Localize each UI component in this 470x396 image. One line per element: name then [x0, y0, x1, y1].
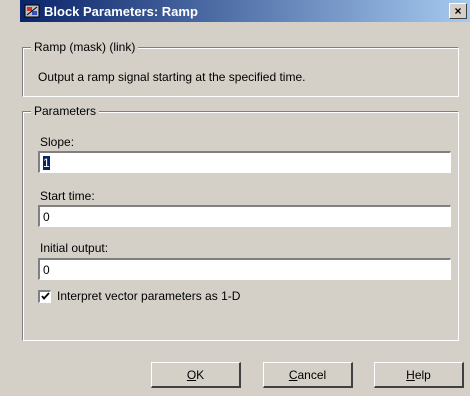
close-button[interactable]: × — [449, 3, 467, 19]
mask-group-legend: Ramp (mask) (link) — [31, 40, 139, 54]
cancel-label-rest: ancel — [297, 367, 327, 382]
slope-field[interactable]: 1 — [38, 151, 451, 173]
start-time-value: 0 — [43, 210, 50, 224]
help-button[interactable]: Help — [374, 362, 464, 388]
slope-value: 1 — [43, 156, 50, 170]
initial-output-label: Initial output: — [40, 241, 109, 255]
ok-label-rest: K — [196, 367, 205, 382]
vector-params-label: Interpret vector parameters as 1-D — [57, 289, 241, 303]
ok-button[interactable]: OK — [151, 362, 241, 388]
cancel-mnemonic: C — [288, 367, 298, 382]
block-parameters-dialog: Block Parameters: Ramp × Ramp (mask) (li… — [0, 0, 470, 396]
help-mnemonic: H — [406, 367, 415, 382]
window-title: Block Parameters: Ramp — [44, 3, 198, 19]
simulink-block-icon — [23, 2, 41, 20]
checkmark-icon — [40, 292, 50, 300]
ok-mnemonic: O — [186, 367, 197, 382]
parameters-group-legend: Parameters — [31, 104, 100, 118]
close-icon: × — [454, 4, 462, 18]
cancel-button[interactable]: Cancel — [263, 362, 353, 388]
mask-description-text: Output a ramp signal starting at the spe… — [38, 70, 306, 84]
initial-output-field[interactable]: 0 — [38, 258, 451, 280]
initial-output-value: 0 — [43, 263, 50, 277]
vector-params-option[interactable]: Interpret vector parameters as 1-D — [38, 289, 240, 303]
slope-label: Slope: — [40, 135, 75, 149]
start-time-label: Start time: — [40, 189, 95, 203]
vector-params-checkbox[interactable] — [38, 289, 51, 303]
start-time-field[interactable]: 0 — [38, 205, 451, 227]
title-bar[interactable]: Block Parameters: Ramp × — [20, 0, 470, 22]
help-label-rest: elp — [414, 367, 431, 382]
